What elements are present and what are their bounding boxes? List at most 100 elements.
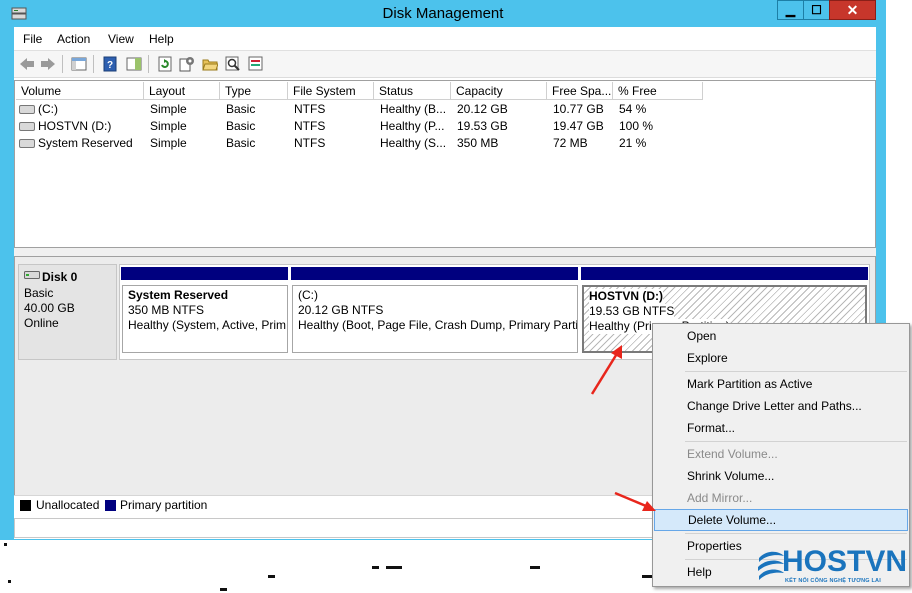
legend-label-unallocated: Unallocated: [36, 498, 100, 512]
watermark-brand: HOSTVN: [782, 545, 908, 578]
column-header-volume[interactable]: Volume: [16, 82, 144, 100]
partition-size: 20.12 GB NTFS: [298, 303, 384, 317]
legend-label-primary: Primary partition: [120, 498, 208, 512]
menu-action[interactable]: Action: [57, 32, 90, 46]
forward-icon[interactable]: [39, 55, 57, 73]
table-row[interactable]: System Reserved: [19, 135, 143, 152]
volume-drive-icon: [19, 122, 35, 132]
refresh-icon[interactable]: [156, 55, 174, 73]
maximize-icon: ☐: [811, 3, 822, 17]
table-cell: Healthy (B...: [380, 102, 447, 116]
column-header-status[interactable]: Status: [374, 82, 451, 100]
table-cell: 19.53 GB: [457, 119, 508, 133]
volume-name: (C:): [38, 102, 58, 116]
table-cell: 72 MB: [553, 136, 588, 150]
table-cell: Basic: [226, 102, 256, 116]
volume-drive-icon: [19, 139, 35, 149]
legend-swatch-primary: [105, 500, 116, 511]
column-header-layout[interactable]: Layout: [144, 82, 220, 100]
settings-icon[interactable]: [178, 55, 196, 73]
menu-item-explore[interactable]: Explore: [654, 347, 908, 369]
menu-item-add-mirror[interactable]: Add Mirror...: [654, 487, 908, 509]
screen-artifact: [268, 575, 275, 578]
toolbar-separator: [93, 55, 94, 73]
partition-name: System Reserved: [128, 288, 229, 302]
table-cell: Basic: [226, 119, 256, 133]
minimize-button[interactable]: ▁: [777, 0, 804, 20]
maximize-button[interactable]: ☐: [803, 0, 830, 20]
menu-item-format[interactable]: Format...: [654, 417, 908, 439]
svg-text:?: ?: [107, 60, 113, 71]
minimize-icon: ▁: [785, 3, 796, 17]
screen-artifact: [642, 575, 652, 578]
menu-separator: [685, 371, 907, 372]
column-header-type[interactable]: Type: [220, 82, 288, 100]
close-icon: ✕: [846, 1, 859, 18]
disk-state: Online: [24, 316, 59, 330]
column-header-capacity[interactable]: Capacity: [451, 82, 547, 100]
partition-size: 19.53 GB NTFS: [589, 304, 675, 319]
toolbar-separator: [62, 55, 63, 73]
table-row[interactable]: (C:): [19, 101, 143, 118]
table-cell: NTFS: [294, 102, 326, 116]
window-title: Disk Management: [382, 5, 504, 22]
menu-item-delete-volume[interactable]: Delete Volume...: [654, 509, 908, 531]
partition-size: 350 MB NTFS: [128, 303, 205, 317]
disk-icon: [24, 271, 40, 279]
partition-c[interactable]: (C:) 20.12 GB NTFS Healthy (Boot, Page F…: [292, 285, 578, 353]
export-icon[interactable]: [247, 55, 265, 73]
menu-item-change-drive-letter[interactable]: Change Drive Letter and Paths...: [654, 395, 908, 417]
column-header-percent-free[interactable]: % Free: [613, 82, 703, 100]
table-cell: 54 %: [619, 102, 647, 116]
partition-header-bar: [121, 267, 288, 280]
partition-header-bar: [291, 267, 578, 280]
partition-status: Healthy (Boot, Page File, Crash Dump, Pr…: [298, 318, 578, 332]
menu-item-shrink-volume[interactable]: Shrink Volume...: [654, 465, 908, 487]
partition-header-bar: [581, 267, 868, 280]
menu-help[interactable]: Help: [149, 32, 174, 46]
table-row[interactable]: HOSTVN (D:): [19, 118, 143, 135]
table-cell: NTFS: [294, 136, 326, 150]
menu-item-extend-volume[interactable]: Extend Volume...: [654, 443, 908, 465]
open-folder-icon[interactable]: [201, 55, 219, 73]
pane-splitter[interactable]: [14, 248, 876, 256]
volume-drive-icon: [19, 105, 35, 115]
menu-separator: [685, 441, 907, 442]
screen-artifact: [4, 543, 7, 546]
table-cell: Simple: [150, 119, 187, 133]
help-icon[interactable]: ?: [101, 55, 119, 73]
table-cell: NTFS: [294, 119, 326, 133]
table-cell: Healthy (S...: [380, 136, 447, 150]
menu-item-mark-active[interactable]: Mark Partition as Active: [654, 373, 908, 395]
annotation-arrow-icon: [614, 491, 656, 511]
title-bar[interactable]: Disk Management ▁ ☐ ✕: [0, 0, 886, 27]
table-cell: 19.47 GB: [553, 119, 604, 133]
column-header-file-system[interactable]: File System: [288, 82, 374, 100]
table-cell: Simple: [150, 136, 187, 150]
toolbar-separator: [148, 55, 149, 73]
table-cell: Healthy (P...: [380, 119, 445, 133]
menu-bar: [14, 29, 876, 49]
partition-name: HOSTVN (D:): [589, 289, 663, 304]
volume-name: HOSTVN (D:): [38, 119, 112, 133]
menu-file[interactable]: File: [23, 32, 42, 46]
screen-artifact: [220, 588, 227, 591]
table-cell: 21 %: [619, 136, 647, 150]
close-button[interactable]: ✕: [829, 0, 876, 20]
annotation-arrow-icon: [590, 345, 622, 395]
column-header-free-space[interactable]: Free Spa...: [547, 82, 613, 100]
properties-pane-icon[interactable]: [125, 55, 143, 73]
disk-size: 40.00 GB: [24, 301, 75, 315]
partition-status: Healthy (System, Active, Prim: [128, 318, 287, 332]
back-icon[interactable]: [18, 55, 36, 73]
menu-item-open[interactable]: Open: [654, 325, 908, 347]
partition-system-reserved[interactable]: System Reserved 350 MB NTFS Healthy (Sys…: [122, 285, 288, 353]
toolbar: [14, 50, 876, 78]
screen-artifact: [372, 566, 379, 569]
menu-view[interactable]: View: [108, 32, 134, 46]
menu-separator: [685, 533, 907, 534]
console-tree-icon[interactable]: [70, 55, 88, 73]
watermark-tagline: KẾT NỐI CÔNG NGHỆ TƯƠNG LAI: [785, 578, 881, 584]
search-icon[interactable]: [224, 55, 242, 73]
screen-artifact: [8, 580, 11, 583]
